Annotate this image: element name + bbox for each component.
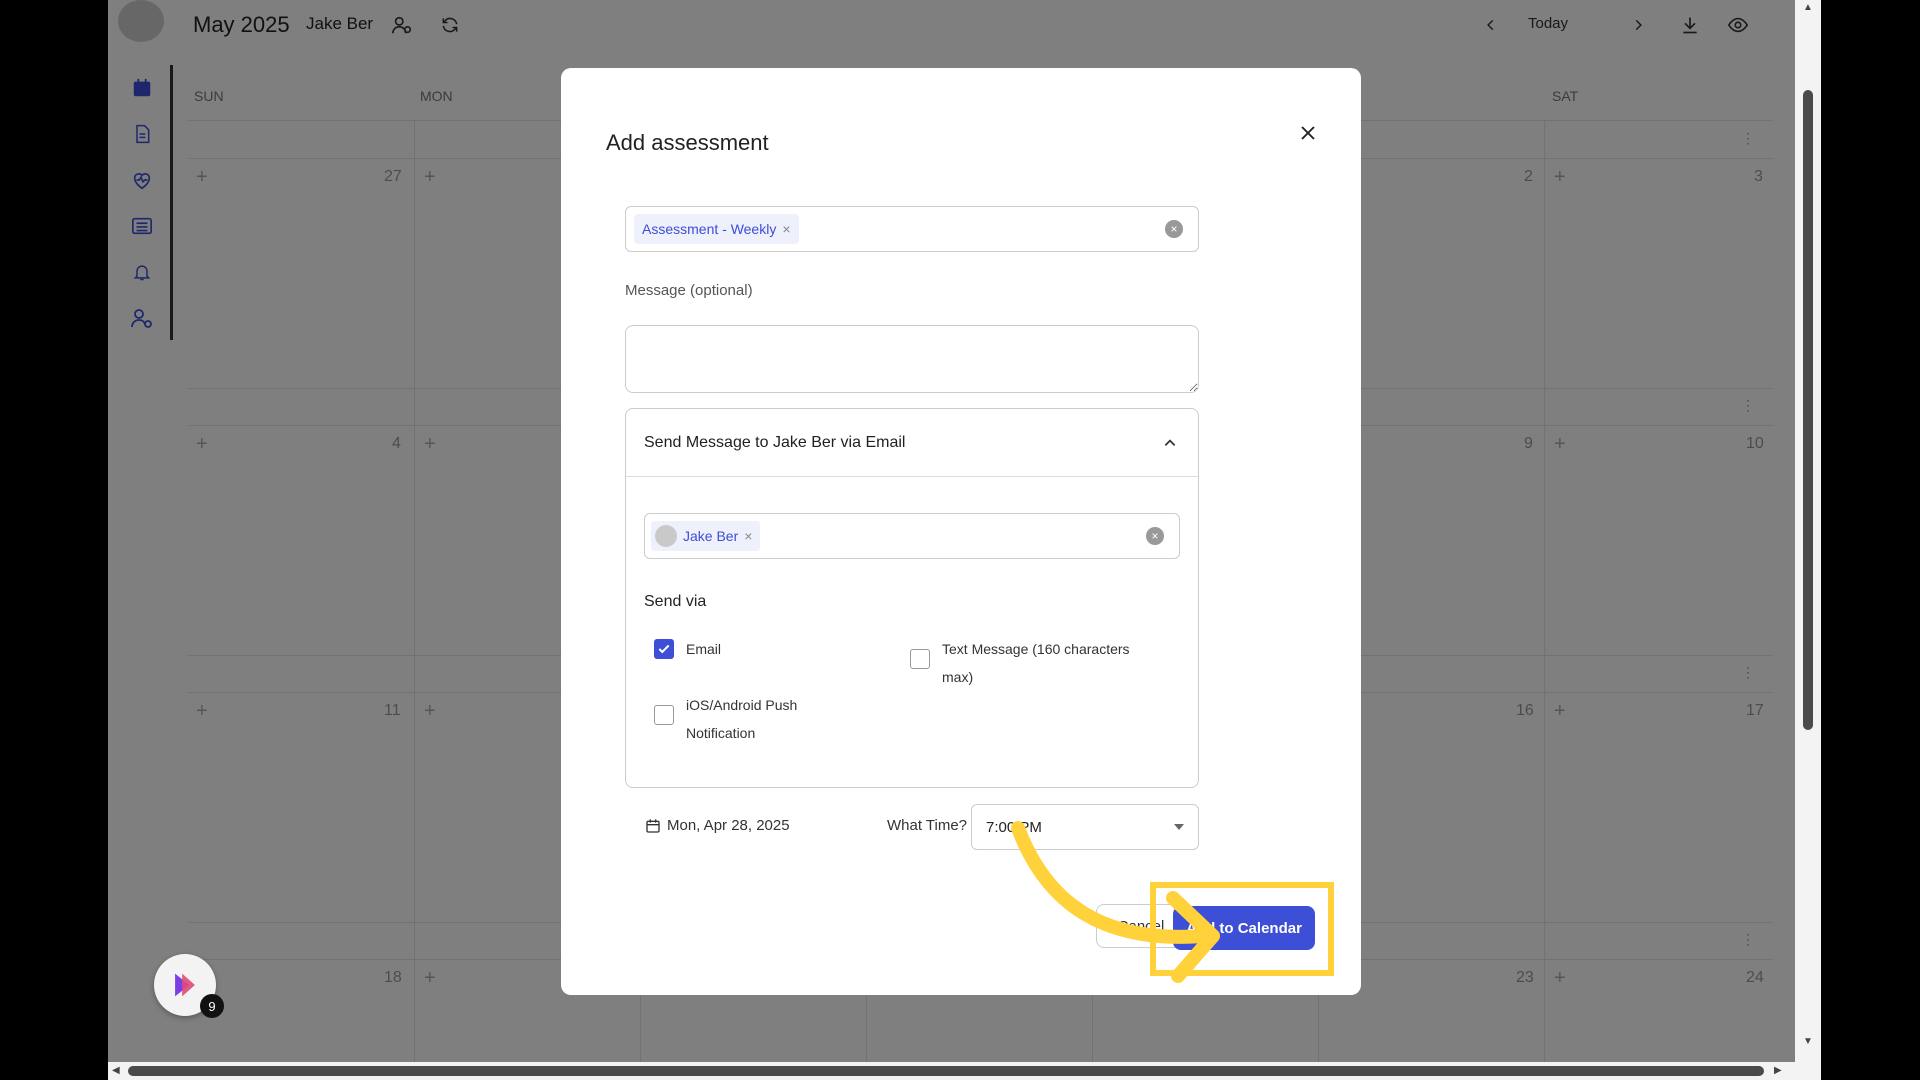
recipient-chip-label: Jake Ber (683, 528, 739, 544)
close-icon[interactable] (1293, 118, 1323, 148)
text-message-label-line2: max) (942, 669, 974, 685)
calendar-icon (646, 818, 660, 833)
push-notification-option-label: iOS/Android Push Notification (686, 691, 797, 747)
accordion-header[interactable]: Send Message to Jake Ber via Email (626, 409, 1198, 477)
clear-selection-icon[interactable]: × (1146, 527, 1164, 545)
scroll-up-icon[interactable]: ▲ (1803, 2, 1813, 13)
recipient-avatar (655, 525, 677, 547)
scroll-down-icon[interactable]: ▼ (1803, 1036, 1813, 1047)
date-value: Mon, Apr 28, 2025 (667, 817, 790, 834)
horizontal-scroll-thumb[interactable] (128, 1066, 1764, 1076)
app-viewport: May 2025 Jake Ber Today (108, 0, 1821, 1080)
pointer-arrow-icon (1011, 821, 1220, 983)
send-via-label: Send via (644, 593, 707, 610)
email-option[interactable]: Email (654, 635, 721, 663)
assessment-chip-label: Assessment - Weekly (642, 221, 777, 237)
text-message-option[interactable]: Text Message (160 characters max) (910, 635, 1130, 691)
push-notification-checkbox[interactable] (654, 705, 674, 725)
scroll-left-icon[interactable]: ◀ (112, 1065, 120, 1076)
vertical-scrollbar[interactable]: ▲ ▼ (1795, 0, 1821, 1080)
time-label: What Time? (887, 817, 968, 834)
push-label-line2: Notification (686, 725, 756, 741)
modal-title: Add assessment (606, 130, 769, 155)
text-message-option-label: Text Message (160 characters max) (942, 635, 1130, 691)
text-message-label-line1: Text Message (160 characters (942, 641, 1130, 657)
push-notification-option[interactable]: iOS/Android Push Notification (654, 691, 797, 747)
remove-chip-icon[interactable]: × (782, 221, 790, 237)
message-label: Message (optional) (625, 282, 753, 299)
assessment-select[interactable]: Assessment - Weekly × × (625, 206, 1199, 252)
vertical-scroll-thumb[interactable] (1803, 90, 1813, 730)
horizontal-scrollbar[interactable]: ◀ ▶ (108, 1062, 1821, 1080)
remove-chip-icon[interactable]: × (744, 528, 752, 544)
notification-badge: 9 (200, 994, 224, 1018)
email-option-label: Email (686, 641, 722, 657)
chevron-up-icon[interactable] (1160, 433, 1180, 453)
text-message-checkbox[interactable] (910, 649, 930, 669)
email-accordion: Send Message to Jake Ber via Email Jake … (625, 408, 1199, 788)
email-checkbox[interactable] (654, 639, 674, 659)
chat-logo-icon (175, 973, 195, 997)
recipient-chip: Jake Ber × (651, 521, 761, 551)
recipient-select[interactable]: Jake Ber × × (644, 513, 1180, 559)
message-textarea[interactable] (625, 325, 1199, 393)
accordion-title: Send Message to Jake Ber via Email (644, 433, 906, 451)
clear-selection-icon[interactable]: × (1165, 220, 1183, 238)
date-picker[interactable]: Mon, Apr 28, 2025 (645, 817, 790, 834)
assessment-chip: Assessment - Weekly × (634, 214, 799, 244)
scroll-right-icon[interactable]: ▶ (1774, 1065, 1782, 1076)
push-label-line1: iOS/Android Push (686, 697, 798, 713)
